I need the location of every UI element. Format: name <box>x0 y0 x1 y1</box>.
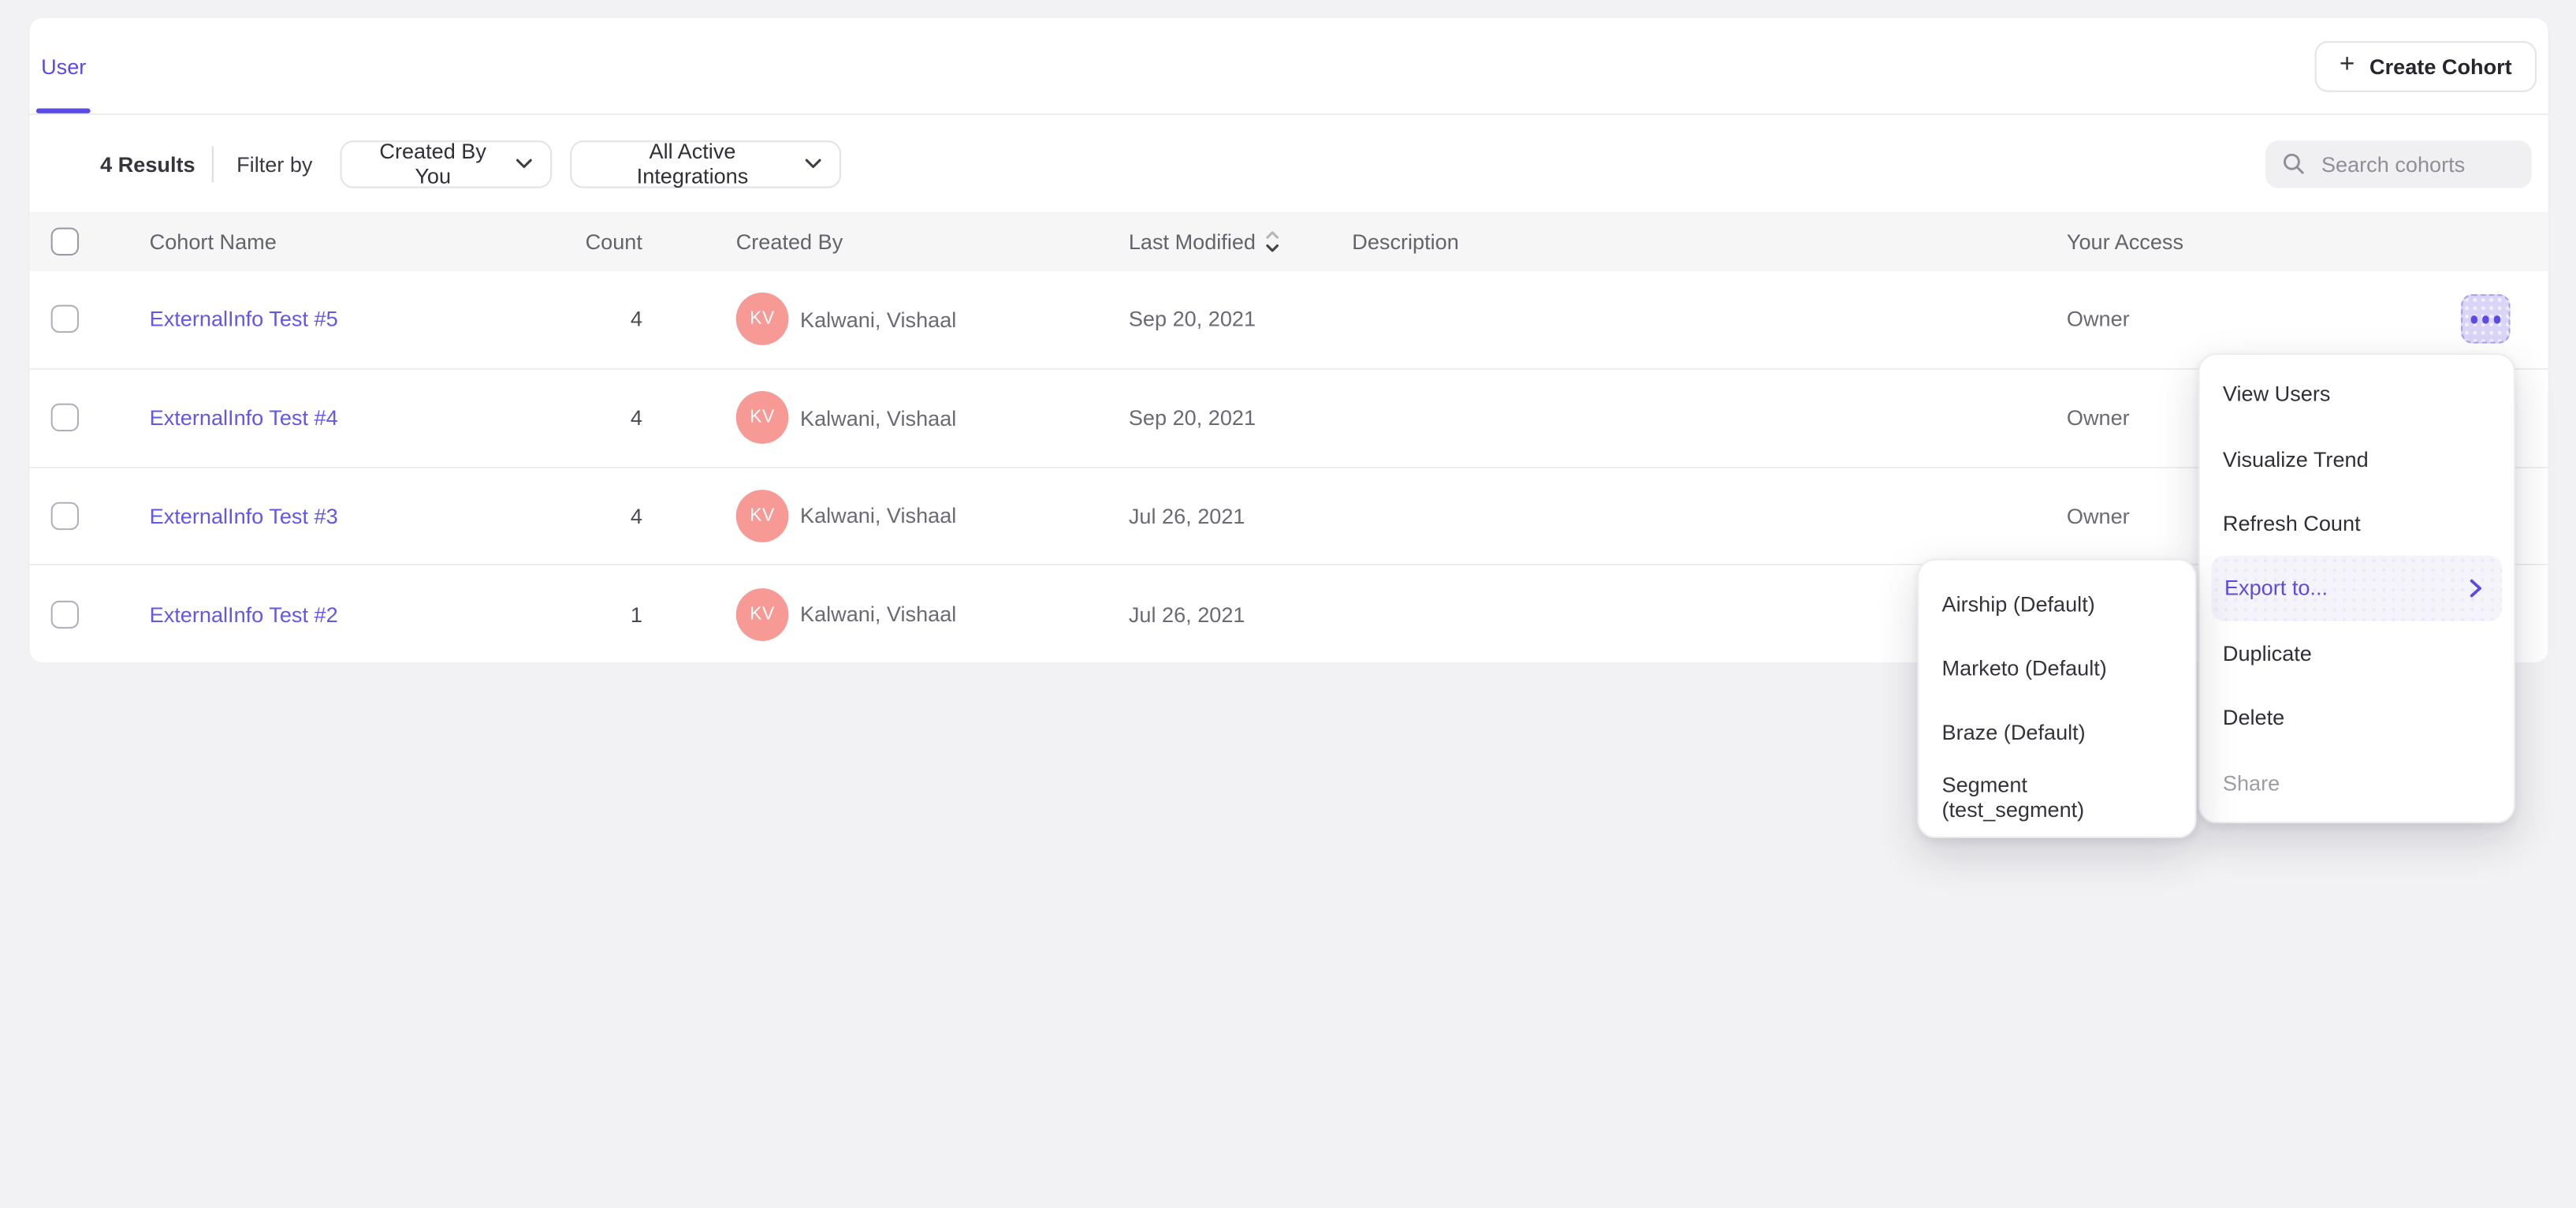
row-actions-button[interactable] <box>2461 295 2511 345</box>
menu-item-duplicate[interactable]: Duplicate <box>2200 621 2514 685</box>
submenu-item-segment[interactable]: Segment (test_segment) <box>1919 765 2194 830</box>
menu-item-view-users[interactable]: View Users <box>2200 362 2514 427</box>
table-row: ExternalInfo Test #4 4 KV Kalwani, Visha… <box>30 370 2548 468</box>
menu-item-refresh-count[interactable]: Refresh Count <box>2200 491 2514 556</box>
search-input[interactable] <box>2318 150 2515 177</box>
cell-count: 4 <box>511 405 642 430</box>
cell-count: 4 <box>511 308 642 332</box>
cohort-name-link[interactable]: ExternalInfo Test #3 <box>150 504 338 528</box>
avatar: KV <box>736 391 789 444</box>
integrations-dropdown-value: All Active Integrations <box>593 139 791 188</box>
avatar: KV <box>736 588 789 641</box>
cell-created-by: KV Kalwani, Vishaal <box>736 490 957 542</box>
chevron-right-icon <box>2470 578 2483 598</box>
cohorts-page: User + Create Cohort 4 Results Filter by… <box>0 0 2576 1208</box>
cell-last-modified: Jul 26, 2021 <box>1129 602 1245 626</box>
row-checkbox[interactable] <box>51 600 79 628</box>
export-submenu: Airship (Default) Marketo (Default) Braz… <box>1917 559 2196 838</box>
results-count: 4 Results <box>100 151 195 176</box>
create-cohort-button[interactable]: + Create Cohort <box>2315 41 2537 92</box>
column-your-access: Your Access <box>2067 229 2183 254</box>
cohort-name-link[interactable]: ExternalInfo Test #5 <box>150 308 338 332</box>
avatar: KV <box>736 490 789 542</box>
column-cohort-name: Cohort Name <box>150 229 277 254</box>
menu-item-visualize-trend[interactable]: Visualize Trend <box>2200 427 2514 491</box>
plus-icon: + <box>2340 53 2355 79</box>
cohort-name-link[interactable]: ExternalInfo Test #2 <box>150 602 338 626</box>
row-checkbox[interactable] <box>51 404 79 431</box>
creator-name: Kalwani, Vishaal <box>800 308 956 332</box>
menu-item-delete[interactable]: Delete <box>2200 685 2514 750</box>
column-created-by: Created By <box>736 229 843 254</box>
submenu-item-marketo[interactable]: Marketo (Default) <box>1919 636 2194 701</box>
table-row: ExternalInfo Test #3 4 KV Kalwani, Visha… <box>30 468 2548 566</box>
cell-last-modified: Jul 26, 2021 <box>1129 504 1245 528</box>
sort-icon <box>1266 231 1281 252</box>
cohort-name-link[interactable]: ExternalInfo Test #4 <box>150 405 338 430</box>
toolbar-divider <box>212 145 214 181</box>
search-icon <box>2282 152 2305 175</box>
column-description: Description <box>1352 229 1459 254</box>
integrations-dropdown[interactable]: All Active Integrations <box>570 140 841 187</box>
cell-created-by: KV Kalwani, Vishaal <box>736 391 957 444</box>
tab-user[interactable]: User <box>36 18 91 114</box>
create-cohort-label: Create Cohort <box>2369 54 2512 79</box>
filter-by-label: Filter by <box>236 151 312 176</box>
cell-last-modified: Sep 20, 2021 <box>1129 308 1256 332</box>
cell-count: 4 <box>511 504 642 528</box>
chevron-down-icon <box>805 158 821 169</box>
creator-name: Kalwani, Vishaal <box>800 504 956 528</box>
row-context-menu: View Users Visualize Trend Refresh Count… <box>2198 353 2515 823</box>
creator-name: Kalwani, Vishaal <box>800 405 956 430</box>
created-by-dropdown[interactable]: Created By You <box>340 140 552 187</box>
cell-created-by: KV Kalwani, Vishaal <box>736 293 957 346</box>
table-row: ExternalInfo Test #5 4 KV Kalwani, Visha… <box>30 271 2548 370</box>
table-header: Cohort Name Count Created By Last Modifi… <box>30 212 2548 271</box>
select-all-checkbox[interactable] <box>51 228 79 255</box>
column-count: Count <box>511 229 642 254</box>
submenu-item-braze[interactable]: Braze (Default) <box>1919 701 2194 766</box>
search-box[interactable] <box>2265 140 2532 187</box>
cell-count: 1 <box>511 602 642 626</box>
cell-created-by: KV Kalwani, Vishaal <box>736 588 957 641</box>
tab-user-label: User <box>41 54 86 78</box>
menu-item-export-to[interactable]: Export to... <box>2211 556 2502 621</box>
cell-your-access: Owner <box>2067 504 2130 528</box>
ellipsis-icon <box>2470 315 2477 323</box>
avatar: KV <box>736 293 789 346</box>
created-by-dropdown-value: Created By You <box>363 139 503 188</box>
column-last-modified[interactable]: Last Modified <box>1129 229 1280 254</box>
cell-your-access: Owner <box>2067 405 2130 430</box>
chevron-down-icon <box>516 158 532 169</box>
tab-bar: User + Create Cohort <box>30 18 2548 115</box>
row-checkbox[interactable] <box>51 305 79 333</box>
menu-item-share: Share <box>2200 750 2514 815</box>
cell-your-access: Owner <box>2067 308 2130 332</box>
creator-name: Kalwani, Vishaal <box>800 602 956 626</box>
submenu-item-airship[interactable]: Airship (Default) <box>1919 572 2194 636</box>
row-checkbox[interactable] <box>51 502 79 530</box>
toolbar: 4 Results Filter by Created By You All A… <box>30 115 2548 212</box>
cell-last-modified: Sep 20, 2021 <box>1129 405 1256 430</box>
